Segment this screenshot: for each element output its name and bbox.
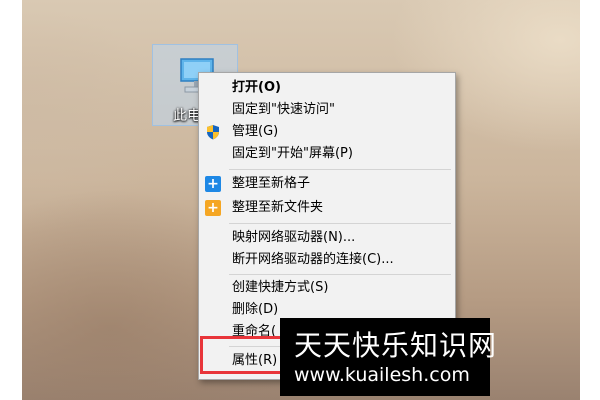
- menu-item-manage-label: 管理(G): [232, 124, 279, 139]
- watermark-url: www.kuailesh.com: [294, 364, 470, 386]
- watermark-title: 天天快乐知识网: [294, 329, 498, 362]
- menu-separator: [229, 274, 451, 275]
- menu-item-open[interactable]: 打开(O): [199, 77, 455, 99]
- menu-item-new-group[interactable]: + 整理至新格子: [199, 173, 455, 195]
- menu-item-new-group-label: 整理至新格子: [232, 176, 311, 191]
- menu-item-disconnect-drive[interactable]: 断开网络驱动器的连接(C)...: [199, 249, 455, 271]
- menu-item-new-folder[interactable]: + 整理至新文件夹: [199, 197, 455, 219]
- left-margin: [0, 0, 22, 400]
- watermark: 天天快乐知识网 www.kuailesh.com: [280, 318, 496, 396]
- right-margin: [580, 0, 600, 400]
- uac-shield-icon: [207, 125, 219, 140]
- menu-item-pin-start[interactable]: 固定到"开始"屏幕(P): [199, 143, 455, 165]
- menu-separator: [229, 169, 451, 170]
- menu-item-new-folder-label: 整理至新文件夹: [232, 200, 324, 215]
- menu-item-manage[interactable]: 管理(G): [199, 121, 455, 143]
- yellow-plus-icon: +: [205, 200, 221, 216]
- menu-separator: [229, 223, 451, 224]
- menu-item-map-drive[interactable]: 映射网络驱动器(N)...: [199, 227, 455, 249]
- blue-plus-icon: +: [205, 176, 221, 192]
- properties-highlight-box: [200, 336, 286, 374]
- desktop-icon-label: 此电: [173, 108, 201, 124]
- menu-item-create-shortcut[interactable]: 创建快捷方式(S): [199, 277, 455, 299]
- menu-item-pin-quick-access[interactable]: 固定到"快速访问": [199, 99, 455, 121]
